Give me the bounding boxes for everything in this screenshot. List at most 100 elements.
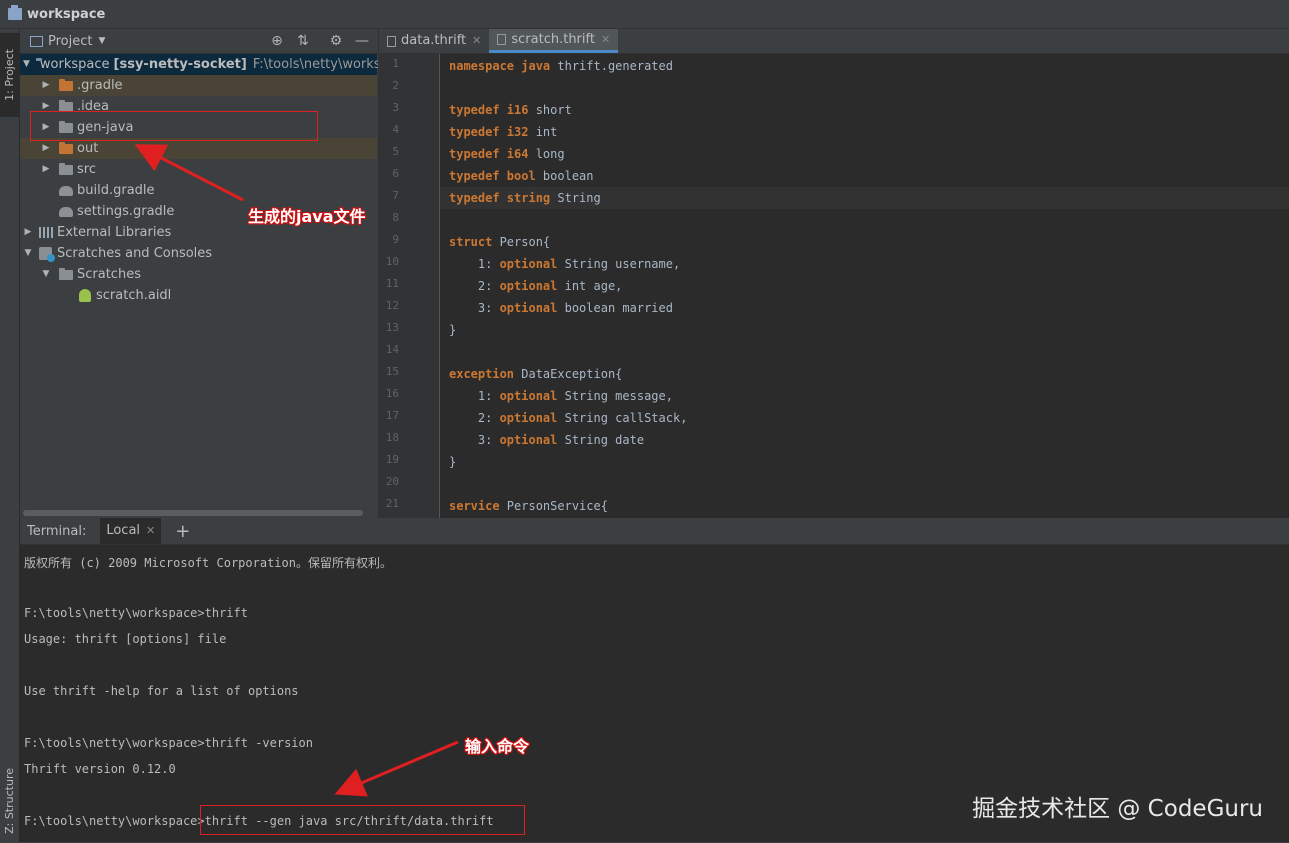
tree-item-out[interactable]: ▶ out <box>20 138 377 159</box>
line-number: 16 <box>385 387 399 400</box>
terminal-line: 版权所有 (c) 2009 Microsoft Corporation。保留所有… <box>24 556 392 570</box>
tree-item-label: settings.gradle <box>77 204 175 219</box>
close-icon[interactable]: ✕ <box>146 518 155 544</box>
chevron-down-icon[interactable]: ▼ <box>41 264 51 285</box>
code-text: String username, <box>557 257 681 271</box>
chevron-down-icon[interactable]: ▼ <box>23 54 30 75</box>
code-keyword: typedef i16 <box>449 103 529 117</box>
code-text: long <box>528 147 565 161</box>
code-text: } <box>449 455 457 469</box>
code-keyword: optional <box>499 301 558 315</box>
left-tool-strip: 1: Project Z: Structure <box>0 29 20 842</box>
tree-item-label: External Libraries <box>57 225 172 240</box>
tree-item-gradle[interactable]: ▶ .gradle <box>20 75 377 96</box>
tree-item-src[interactable]: ▶ src <box>20 159 377 180</box>
code-line: typedef string String <box>449 187 601 209</box>
chevron-down-icon[interactable]: ▼ <box>23 243 33 264</box>
code-keyword: optional <box>499 389 558 403</box>
code-keyword: optional <box>499 279 558 293</box>
project-tool-tab[interactable]: 1: Project <box>0 33 19 117</box>
line-number: 12 <box>385 299 399 312</box>
chevron-right-icon[interactable]: ▶ <box>23 222 33 243</box>
code-text: boolean <box>535 169 594 183</box>
folder-icon <box>59 78 73 91</box>
chevron-right-icon[interactable]: ▶ <box>41 138 51 159</box>
chevron-down-icon[interactable]: ▼ <box>98 36 105 46</box>
code-line: typedef bool boolean <box>449 165 594 187</box>
code-keyword: optional <box>499 257 558 271</box>
tree-item-scratches-and-consoles[interactable]: ▼ Scratches and Consoles <box>20 243 377 264</box>
highlight-box-gen-java <box>30 111 318 141</box>
code-line: namespace java thrift.generated <box>449 55 673 77</box>
close-icon[interactable]: ✕ <box>601 28 610 52</box>
code-text: Person{ <box>492 235 551 249</box>
code-text: String date <box>557 433 645 447</box>
project-view-selector[interactable]: Project <box>48 34 92 49</box>
line-number-gutter: 1 2 3 4 5 6 7 8 9 10 11 12 13 14 15 16 17 18 19 20 21 <box>379 54 440 518</box>
code-prefix: 3: <box>449 301 500 315</box>
code-keyword: namespace java <box>449 59 551 73</box>
code-text: int age, <box>557 279 623 293</box>
line-number: 2 <box>392 79 399 92</box>
file-icon <box>387 35 396 47</box>
chevron-right-icon[interactable]: ▶ <box>41 159 51 180</box>
terminal-header: Terminal: Local ✕ + <box>20 518 1289 545</box>
add-terminal-icon[interactable]: + <box>175 521 190 542</box>
close-icon[interactable]: ✕ <box>472 29 481 53</box>
window-title: workspace <box>27 6 106 22</box>
chevron-right-icon[interactable]: ▶ <box>41 75 51 96</box>
code-line: 2: optional String callStack, <box>449 407 688 429</box>
terminal-line: F:\tools\netty\workspace>thrift <box>24 606 248 620</box>
code-line: 3: optional boolean married <box>449 297 673 319</box>
tab-scratch-thrift[interactable]: scratch.thrift ✕ <box>489 28 619 53</box>
collapse-all-icon[interactable]: ⇅ <box>294 32 312 50</box>
line-number: 13 <box>385 321 399 334</box>
code-line: } <box>449 451 456 473</box>
folder-icon <box>59 162 73 175</box>
tree-item-scratches[interactable]: ▼ Scratches <box>20 264 377 285</box>
locate-icon[interactable]: ⊕ <box>268 32 286 50</box>
gear-icon[interactable]: ⚙ <box>327 32 345 50</box>
watermark: 掘金技术社区 @ CodeGuru <box>972 796 1263 822</box>
code-line: 1: optional String username, <box>449 253 680 275</box>
tab-local[interactable]: Local ✕ <box>100 518 162 544</box>
tree-item-build-gradle[interactable]: build.gradle <box>20 180 377 201</box>
line-number: 21 <box>385 497 399 510</box>
structure-tool-tab[interactable]: Z: Structure <box>0 759 19 843</box>
horizontal-scrollbar[interactable] <box>23 510 363 516</box>
code-text: String message, <box>557 389 673 403</box>
tree-item-label: .gradle <box>77 78 123 93</box>
code-text: boolean married <box>557 301 673 315</box>
code-keyword: typedef string <box>449 191 551 205</box>
tree-item-scratch-aidl[interactable]: scratch.aidl <box>20 285 377 306</box>
terminal-line: Thrift version 0.12.0 <box>24 762 176 776</box>
code-text: DataException{ <box>514 367 623 381</box>
tree-item-label: scratch.aidl <box>96 288 172 303</box>
code-line: typedef i32 int <box>449 121 557 143</box>
line-number: 7 <box>392 189 399 202</box>
code-line: typedef i16 short <box>449 99 572 121</box>
code-prefix: 1: <box>449 389 500 403</box>
line-number: 10 <box>385 255 399 268</box>
minimize-icon[interactable]: — <box>353 32 371 50</box>
line-number: 11 <box>385 277 399 290</box>
line-number: 6 <box>392 167 399 180</box>
folder-icon <box>8 5 22 20</box>
tree-item-label: src <box>77 162 96 177</box>
code-text: String <box>550 191 601 205</box>
tab-data-thrift[interactable]: data.thrift ✕ <box>379 29 489 53</box>
code-prefix: 2: <box>449 411 500 425</box>
folder-icon <box>59 267 73 280</box>
tree-item-workspace[interactable]: ▼ workspace [ssy-netty-socket] F:\tools\… <box>20 54 412 75</box>
line-number: 5 <box>392 145 399 158</box>
code-line: service PersonService{ <box>449 495 608 517</box>
annotation-generated-java: 生成的java文件 <box>248 207 366 226</box>
code-prefix: 1: <box>449 257 500 271</box>
code-keyword: service <box>449 499 500 513</box>
gradle-icon <box>59 206 73 217</box>
file-icon <box>497 34 507 45</box>
code-line: 1: optional String message, <box>449 385 673 407</box>
code-text: String callStack, <box>557 411 688 425</box>
code-prefix: 3: <box>449 433 500 447</box>
line-number: 19 <box>385 453 399 466</box>
